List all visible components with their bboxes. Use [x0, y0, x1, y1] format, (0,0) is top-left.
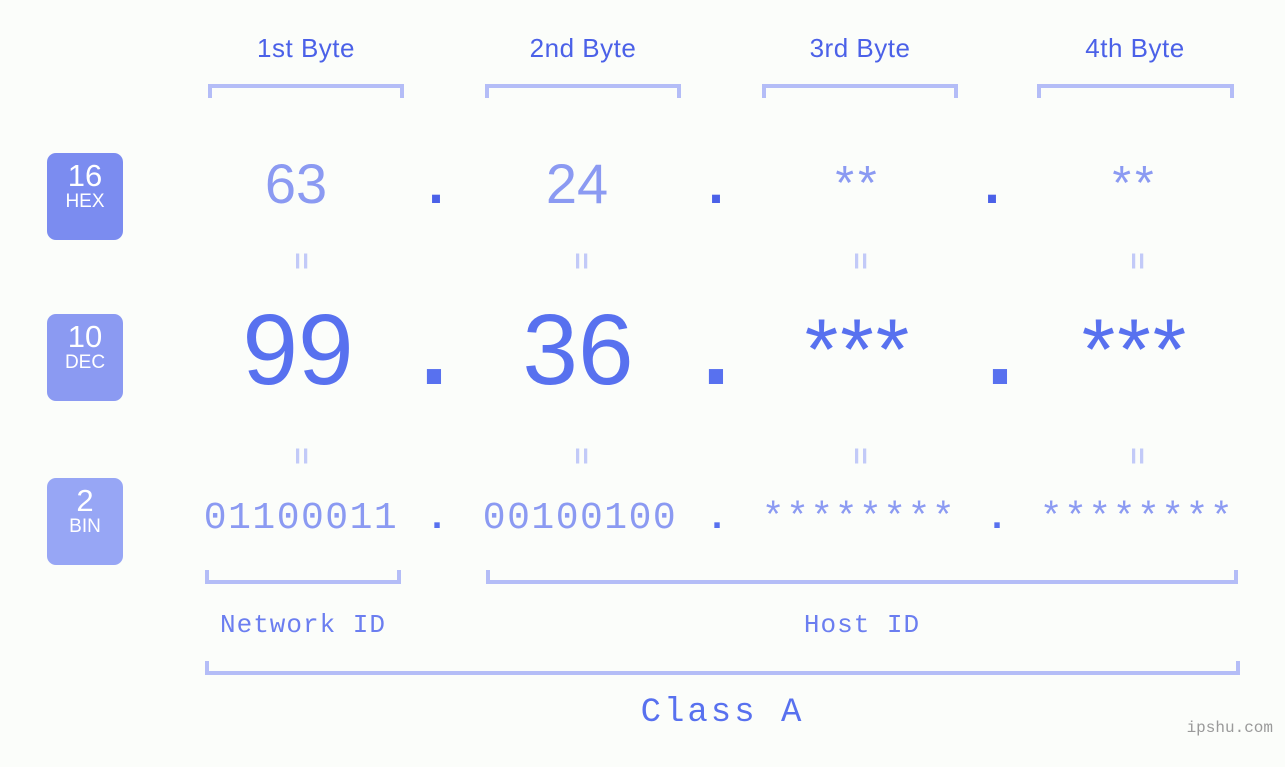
- equals-icon-hex-dec-4: =: [1121, 252, 1154, 270]
- class-label: Class A: [640, 694, 805, 732]
- hex-octet-1: 63: [264, 152, 328, 215]
- dec-octet-4: ***: [1081, 302, 1189, 398]
- equals-icon-hex-dec-3: =: [844, 252, 877, 270]
- network-id-label: Network ID: [219, 610, 387, 640]
- equals-icon-dec-bin-3: =: [844, 447, 877, 465]
- bin-octet-2: 00100100: [482, 497, 678, 540]
- bin-dot-3: .: [985, 497, 1009, 540]
- dec-octet-2: 36: [522, 294, 634, 406]
- dec-dot-3: .: [986, 294, 1014, 406]
- bin-value-row: 01100011 . 00100100 . ******** . *******…: [0, 492, 1285, 554]
- bin-octet-3: ********: [761, 497, 957, 540]
- hex-octet-2: 24: [545, 152, 609, 215]
- hex-dot-1: .: [428, 152, 444, 215]
- hex-octet-3: **: [835, 157, 881, 210]
- bin-octet-1: 01100011: [203, 497, 399, 540]
- host-id-label: Host ID: [803, 610, 921, 640]
- hex-octet-4: **: [1112, 157, 1158, 210]
- byte-bracket-4: [1037, 84, 1234, 98]
- dec-dot-2: .: [702, 294, 730, 406]
- equals-icon-dec-bin-4: =: [1121, 447, 1154, 465]
- byte-header-2: 2nd Byte: [529, 33, 637, 63]
- byte-header-3: 3rd Byte: [809, 33, 911, 63]
- hex-dot-3: .: [984, 152, 1000, 215]
- equals-icon-dec-bin-2: =: [565, 447, 598, 465]
- byte-header-1: 1st Byte: [257, 33, 355, 63]
- equals-icon-hex-dec-1: =: [285, 252, 318, 270]
- dec-octet-1: 99: [242, 294, 354, 406]
- equals-icon-dec-bin-1: =: [285, 447, 318, 465]
- bin-dot-1: .: [425, 497, 449, 540]
- byte-bracket-2: [485, 84, 681, 98]
- hex-value-row: 63 . 24 . ** . **: [0, 150, 1285, 230]
- site-watermark: ipshu.com: [1186, 719, 1273, 737]
- dec-dot-1: .: [420, 294, 448, 406]
- dec-value-row: 99 . 36 . *** . ***: [0, 294, 1285, 414]
- equals-icon-hex-dec-2: =: [565, 252, 598, 270]
- ip-address-breakdown-diagram: 1st Byte 2nd Byte 3rd Byte 4th Byte 16 H…: [0, 0, 1285, 767]
- class-bracket: [205, 661, 1240, 675]
- hex-dot-2: .: [708, 152, 724, 215]
- host-id-bracket: [486, 570, 1238, 584]
- byte-header-4: 4th Byte: [1085, 33, 1185, 63]
- dec-octet-3: ***: [804, 302, 912, 398]
- bin-dot-2: .: [705, 497, 729, 540]
- byte-bracket-1: [208, 84, 404, 98]
- byte-bracket-3: [762, 84, 958, 98]
- bin-octet-4: ********: [1039, 497, 1235, 540]
- network-id-bracket: [205, 570, 401, 584]
